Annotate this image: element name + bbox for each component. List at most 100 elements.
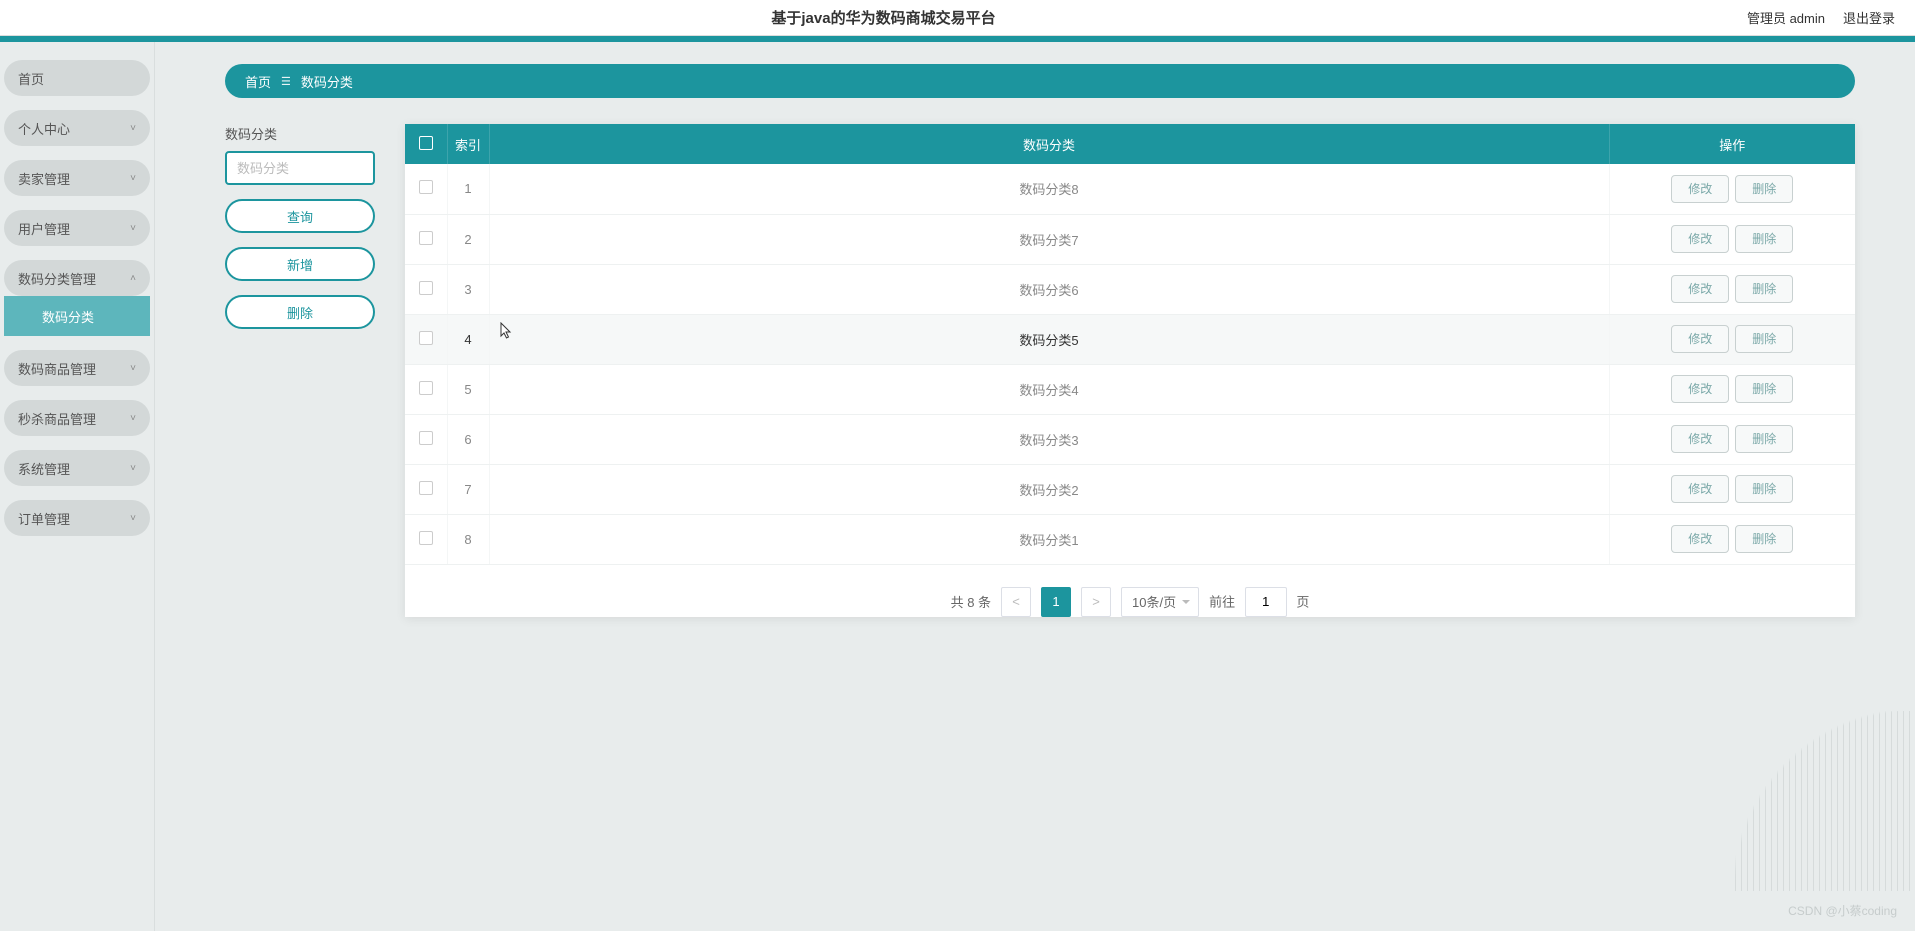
edit-button[interactable]: 修改 [1671, 375, 1729, 403]
edit-button[interactable]: 修改 [1671, 425, 1729, 453]
row-checkbox[interactable] [419, 481, 433, 495]
header-checkbox-cell [405, 124, 447, 164]
sidebar-item-8[interactable]: 订单管理 ˅ [4, 500, 150, 536]
sidebar-item-label: 订单管理 [18, 509, 70, 528]
chevron-up-icon: ˄ [130, 273, 136, 284]
table-row[interactable]: 7数码分类2修改删除 [405, 464, 1855, 514]
cell-category: 数码分类1 [489, 514, 1609, 564]
cell-ops: 修改删除 [1609, 214, 1855, 264]
row-checkbox[interactable] [419, 180, 433, 194]
row-checkbox[interactable] [419, 331, 433, 345]
edit-button[interactable]: 修改 [1671, 275, 1729, 303]
sidebar-item-label: 数码商品管理 [18, 359, 96, 378]
sidebar-item-4[interactable]: 数码分类管理 ˄ [4, 260, 150, 296]
chevron-down-icon: ˅ [130, 513, 136, 524]
row-checkbox[interactable] [419, 281, 433, 295]
table-row[interactable]: 8数码分类1修改删除 [405, 514, 1855, 564]
table-container: 索引 数码分类 操作 1数码分类8修改删除2数码分类7修改删除3数码分类6修改删… [405, 124, 1855, 617]
sidebar-item-5[interactable]: 数码商品管理 ˅ [4, 350, 150, 386]
pagination-next-button[interactable]: > [1081, 587, 1111, 617]
breadcrumb-current: 数码分类 [301, 72, 353, 91]
cell-ops: 修改删除 [1609, 264, 1855, 314]
cell-category: 数码分类6 [489, 264, 1609, 314]
category-filter-input[interactable] [225, 151, 375, 185]
cell-index: 6 [447, 414, 489, 464]
sidebar-item-label: 用户管理 [18, 219, 70, 238]
table-row[interactable]: 5数码分类4修改删除 [405, 364, 1855, 414]
row-delete-button[interactable]: 删除 [1735, 425, 1793, 453]
table-row[interactable]: 3数码分类6修改删除 [405, 264, 1855, 314]
edit-button[interactable]: 修改 [1671, 475, 1729, 503]
sidebar-item-6[interactable]: 秒杀商品管理˅ [4, 400, 150, 436]
logout-link[interactable]: 退出登录 [1843, 8, 1895, 27]
row-checkbox[interactable] [419, 381, 433, 395]
pagination-pagesize-select[interactable]: 10条/页 [1121, 587, 1199, 617]
sidebar-item-0[interactable]: 首页 [4, 60, 150, 96]
chevron-down-icon: ˅ [130, 173, 136, 184]
app-title: 基于java的华为数码商城交易平台 [20, 7, 1747, 28]
watermark: CSDN @小蔡coding [1788, 902, 1897, 919]
filter-label: 数码分类 [225, 124, 375, 143]
sidebar-item-label: 个人中心 [18, 119, 70, 138]
delete-button[interactable]: 删除 [225, 295, 375, 329]
row-delete-button[interactable]: 删除 [1735, 175, 1793, 203]
cell-checkbox [405, 364, 447, 414]
pagination-pagesize-label: 10条/页 [1132, 592, 1176, 611]
header-category: 数码分类 [489, 124, 1609, 164]
sidebar-item-label: 数码分类管理 [18, 269, 96, 288]
pagination-jump-input[interactable] [1245, 587, 1287, 617]
pagination-jump-prefix: 前往 [1209, 594, 1235, 609]
sidebar-item-3[interactable]: 用户管理˅ [4, 210, 150, 246]
sidebar-item-2[interactable]: 卖家管理 ˅ [4, 160, 150, 196]
edit-button[interactable]: 修改 [1671, 525, 1729, 553]
table-row[interactable]: 4数码分类5 修改删除 [405, 314, 1855, 364]
query-button[interactable]: 查询 [225, 199, 375, 233]
edit-button[interactable]: 修改 [1671, 325, 1729, 353]
pagination-jump: 前往 页 [1209, 587, 1309, 617]
edit-button[interactable]: 修改 [1671, 175, 1729, 203]
cell-index: 3 [447, 264, 489, 314]
cell-checkbox [405, 464, 447, 514]
row-delete-button[interactable]: 删除 [1735, 375, 1793, 403]
cell-index: 8 [447, 514, 489, 564]
row-delete-button[interactable]: 删除 [1735, 275, 1793, 303]
topbar-right: 管理员 admin 退出登录 [1747, 8, 1895, 27]
select-all-checkbox[interactable] [419, 136, 433, 150]
row-delete-button[interactable]: 删除 [1735, 225, 1793, 253]
main-content: 首页 ☰ 数码分类 数码分类 查询 新增 删除 索引 数码分类 [155, 42, 1915, 931]
table-row[interactable]: 2数码分类7修改删除 [405, 214, 1855, 264]
chevron-down-icon: ˅ [130, 363, 136, 374]
pagination-prev-button[interactable]: < [1001, 587, 1031, 617]
cell-checkbox [405, 214, 447, 264]
sidebar-item-label: 首页 [18, 69, 44, 88]
row-delete-button[interactable]: 删除 [1735, 475, 1793, 503]
row-checkbox[interactable] [419, 231, 433, 245]
table-row[interactable]: 6数码分类3修改删除 [405, 414, 1855, 464]
row-delete-button[interactable]: 删除 [1735, 525, 1793, 553]
cell-checkbox [405, 164, 447, 214]
cell-category: 数码分类5 [489, 314, 1609, 364]
cell-ops: 修改删除 [1609, 514, 1855, 564]
breadcrumb-home[interactable]: 首页 [245, 72, 271, 91]
row-checkbox[interactable] [419, 431, 433, 445]
chevron-down-icon: ˅ [130, 413, 136, 424]
cell-index: 7 [447, 464, 489, 514]
sidebar-item-1[interactable]: 个人中心˅ [4, 110, 150, 146]
table-row[interactable]: 1数码分类8修改删除 [405, 164, 1855, 214]
cell-checkbox [405, 314, 447, 364]
sidebar: 首页个人中心˅卖家管理˅用户管理˅数码分类管理˄数码分类数码商品管理˅秒杀商品管… [0, 42, 155, 931]
sidebar-subitem-category[interactable]: 数码分类 [4, 296, 150, 336]
pagination-total: 共 8 条 [951, 592, 991, 611]
sidebar-item-label: 卖家管理 [18, 169, 70, 188]
cell-index: 4 [447, 314, 489, 364]
admin-label[interactable]: 管理员 admin [1747, 8, 1825, 27]
row-checkbox[interactable] [419, 531, 433, 545]
cell-category: 数码分类8 [489, 164, 1609, 214]
edit-button[interactable]: 修改 [1671, 225, 1729, 253]
filter-panel: 数码分类 查询 新增 删除 [225, 124, 375, 617]
pagination-page-1[interactable]: 1 [1041, 587, 1071, 617]
sidebar-item-7[interactable]: 系统管理˅ [4, 450, 150, 486]
cell-ops: 修改删除 [1609, 464, 1855, 514]
row-delete-button[interactable]: 删除 [1735, 325, 1793, 353]
add-button[interactable]: 新增 [225, 247, 375, 281]
